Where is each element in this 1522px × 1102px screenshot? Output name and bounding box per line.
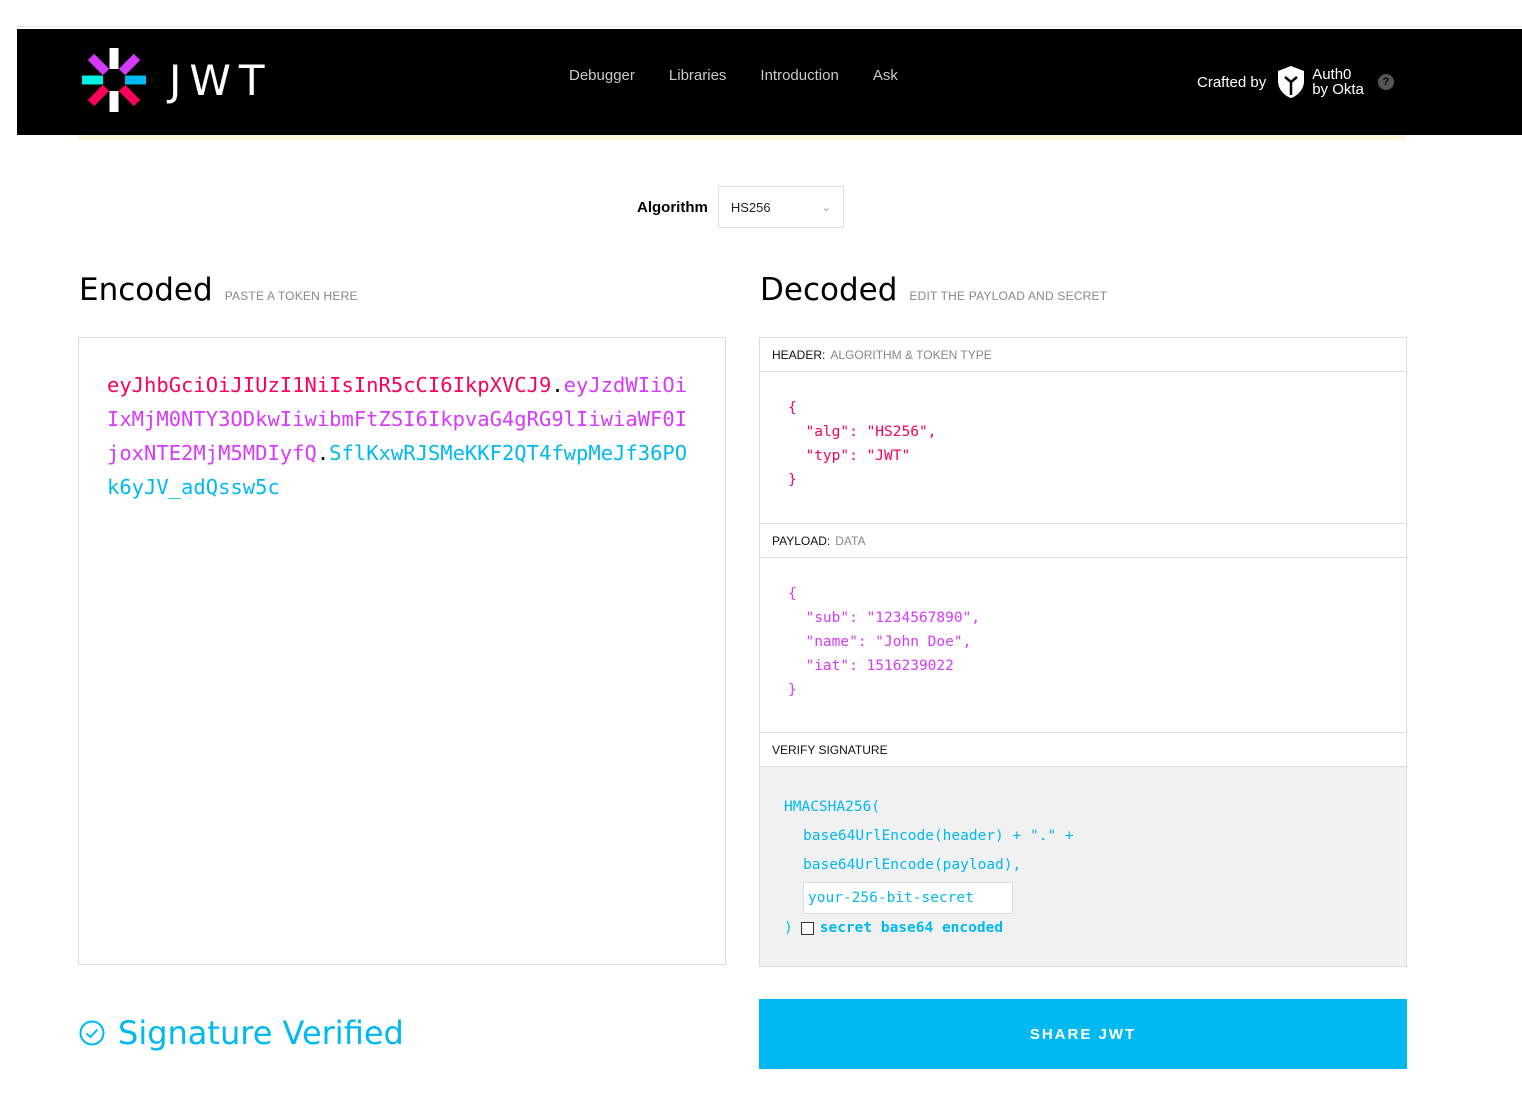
algorithm-dropdown[interactable]: HS256 ⌄ — [717, 186, 844, 228]
encoded-heading: Encoded PASTE A TOKEN HERE — [79, 272, 358, 308]
nav-link-introduction[interactable]: Introduction — [760, 67, 838, 84]
header-section-title: HEADER: ALGORITHM & TOKEN TYPE — [760, 338, 1406, 372]
chevron-down-icon: ⌄ — [821, 201, 831, 214]
nav-link-ask[interactable]: Ask — [873, 67, 898, 84]
notice-strip — [78, 135, 1406, 140]
base64-checkbox-label[interactable]: secret base64 encoded — [820, 914, 1003, 943]
sig-close-paren: ) — [784, 920, 793, 936]
token-header-part: eyJhbGciOiJIUzI1NiIsInR5cCI6IkpXVCJ9 — [107, 373, 552, 397]
decoded-heading: Decoded EDIT THE PAYLOAD AND SECRET — [760, 272, 1107, 308]
main-nav: Debugger Libraries Introduction Ask — [569, 67, 932, 84]
payload-section-title: PAYLOAD: DATA — [760, 524, 1406, 558]
payload-json-editor[interactable]: { "sub": "1234567890", "name": "John Doe… — [760, 558, 1406, 733]
crafted-by: Crafted by Auth0 by Okta ? — [1197, 65, 1394, 99]
sig-function: HMACSHA256( — [784, 799, 881, 815]
decoded-subtitle: EDIT THE PAYLOAD AND SECRET — [909, 289, 1108, 303]
jwt-burst-icon — [82, 48, 146, 112]
signature-formula: HMACSHA256( base64UrlEncode(header) + ".… — [760, 767, 1406, 966]
header-label: HEADER: — [772, 347, 826, 362]
jwt-logo[interactable]: JWT — [79, 45, 273, 115]
help-icon[interactable]: ? — [1377, 74, 1394, 90]
header-sublabel: ALGORITHM & TOKEN TYPE — [830, 347, 992, 362]
nav-link-debugger[interactable]: Debugger — [569, 67, 635, 84]
check-circle-icon — [79, 1020, 105, 1046]
payload-sublabel: DATA — [835, 533, 866, 548]
auth0-shield-icon — [1278, 66, 1305, 98]
verify-section-title: VERIFY SIGNATURE — [760, 733, 1406, 767]
encoded-title: Encoded — [79, 272, 213, 308]
brand-line-2: by Okta — [1312, 81, 1364, 98]
auth0-brand-text: Auth0 by Okta — [1312, 67, 1364, 97]
nav-link-libraries[interactable]: Libraries — [669, 67, 727, 84]
secret-input[interactable] — [803, 882, 1013, 914]
decoded-title: Decoded — [760, 272, 898, 308]
decoded-panel: HEADER: ALGORITHM & TOKEN TYPE { "alg": … — [759, 337, 1407, 967]
header-json-editor[interactable]: { "alg": "HS256", "typ": "JWT" } — [760, 372, 1406, 524]
encoded-token-editor[interactable]: eyJhbGciOiJIUzI1NiIsInR5cCI6IkpXVCJ9.eyJ… — [78, 337, 726, 965]
auth0-brand-link[interactable]: Auth0 by Okta — [1276, 65, 1364, 99]
top-divider — [17, 26, 1522, 27]
base64-option: ) secret base64 encoded — [784, 914, 1382, 943]
algorithm-selected-value: HS256 — [730, 199, 771, 215]
crafted-by-label: Crafted by — [1197, 73, 1267, 91]
sig-line-header: base64UrlEncode(header) + "." + — [803, 828, 1074, 844]
signature-status: Signature Verified — [78, 1014, 404, 1052]
logo-text: JWT — [169, 55, 273, 105]
base64-checkbox[interactable] — [800, 922, 814, 935]
sig-line-payload: base64UrlEncode(payload), — [803, 857, 1022, 873]
payload-label: PAYLOAD: — [772, 533, 831, 548]
algorithm-label: Algorithm — [637, 198, 708, 216]
top-navbar: JWT Debugger Libraries Introduction Ask … — [17, 29, 1522, 135]
verify-label: VERIFY SIGNATURE — [772, 742, 888, 757]
algorithm-selector: Algorithm HS256 ⌄ — [637, 186, 844, 228]
token-dot-2: . — [316, 441, 330, 465]
encoded-subtitle: PASTE A TOKEN HERE — [224, 289, 358, 303]
share-jwt-button[interactable]: SHARE JWT — [759, 999, 1407, 1069]
signature-verified-text: Signature Verified — [118, 1014, 404, 1052]
token-dot-1: . — [551, 373, 564, 397]
